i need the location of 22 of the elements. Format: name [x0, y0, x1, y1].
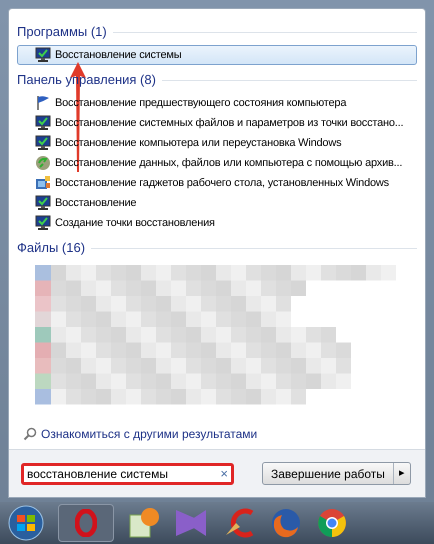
- search-icon: [23, 427, 37, 441]
- start-orb-icon[interactable]: [8, 505, 44, 541]
- group-heading: Файлы (16): [17, 239, 86, 258]
- search-field[interactable]: восстановление системы ×: [21, 462, 234, 484]
- monitor-check-icon: [35, 115, 51, 131]
- clear-button[interactable]: ×: [220, 467, 228, 480]
- monitor-check-icon: [35, 215, 51, 231]
- more-results-link[interactable]: Ознакомиться с другими результатами: [41, 425, 258, 443]
- result-item[interactable]: Восстановление системы: [17, 45, 417, 65]
- shutdown-options-button[interactable]: ▸: [394, 463, 410, 484]
- monitor-check-icon: [35, 47, 51, 63]
- result-item[interactable]: Создание точки восстановления: [17, 213, 417, 233]
- result-item[interactable]: Восстановление гаджетов рабочего стола, установленных Windows: [17, 173, 417, 193]
- gadgets-icon: [35, 175, 51, 191]
- monitor-check-icon: [35, 135, 51, 151]
- monitor-check-icon: [35, 195, 51, 211]
- backup-icon: [35, 155, 51, 171]
- group-heading: Программы (1): [17, 23, 107, 42]
- result-item[interactable]: Восстановление: [17, 193, 417, 213]
- flag-icon: [35, 95, 51, 111]
- app-icon[interactable]: [128, 507, 160, 539]
- shutdown-button[interactable]: Завершение работы: [263, 463, 394, 484]
